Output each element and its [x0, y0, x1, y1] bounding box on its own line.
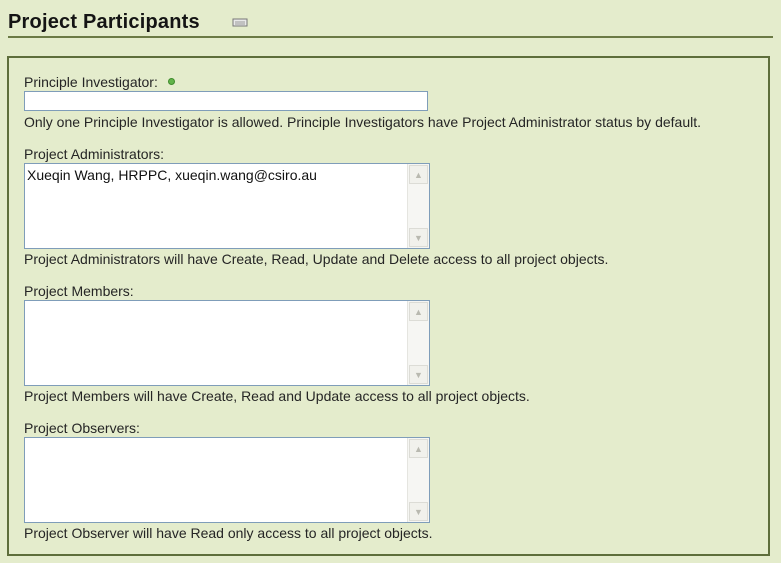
- project-administrators-help: Project Administrators will have Create,…: [24, 251, 609, 267]
- project-members-help: Project Members will have Create, Read a…: [24, 388, 530, 404]
- observers-scrollbar[interactable]: ▲ ▼: [407, 438, 429, 522]
- project-observers-help: Project Observer will have Read only acc…: [24, 525, 433, 541]
- section-header: Project Participants: [8, 10, 773, 38]
- project-administrators-label: Project Administrators:: [24, 146, 165, 162]
- administrators-scrollbar[interactable]: ▲ ▼: [407, 164, 429, 248]
- scroll-up-icon[interactable]: ▲: [409, 439, 428, 458]
- scroll-down-icon[interactable]: ▼: [409, 228, 428, 247]
- collapse-icon[interactable]: [232, 18, 248, 28]
- principle-investigator-input[interactable]: [24, 91, 428, 111]
- project-members-label: Project Members:: [24, 283, 134, 299]
- required-indicator-icon: [167, 77, 175, 85]
- section-title: Project Participants: [8, 11, 200, 33]
- principle-investigator-help: Only one Principle Investigator is allow…: [24, 114, 701, 130]
- members-scrollbar[interactable]: ▲ ▼: [407, 301, 429, 385]
- project-administrators-textarea[interactable]: Xueqin Wang, HRPPC, xueqin.wang@csiro.au…: [24, 163, 430, 249]
- scroll-down-icon[interactable]: ▼: [409, 365, 428, 384]
- principle-investigator-label-text: Principle Investigator:: [24, 74, 158, 90]
- principle-investigator-label: Principle Investigator:: [24, 74, 175, 90]
- project-observers-label: Project Observers:: [24, 420, 140, 436]
- scroll-up-icon[interactable]: ▲: [409, 165, 428, 184]
- project-members-textarea[interactable]: ▲ ▼: [24, 300, 430, 386]
- scroll-up-icon[interactable]: ▲: [409, 302, 428, 321]
- project-observers-textarea[interactable]: ▲ ▼: [24, 437, 430, 523]
- scroll-down-icon[interactable]: ▼: [409, 502, 428, 521]
- project-administrators-value: Xueqin Wang, HRPPC, xueqin.wang@csiro.au: [27, 167, 317, 183]
